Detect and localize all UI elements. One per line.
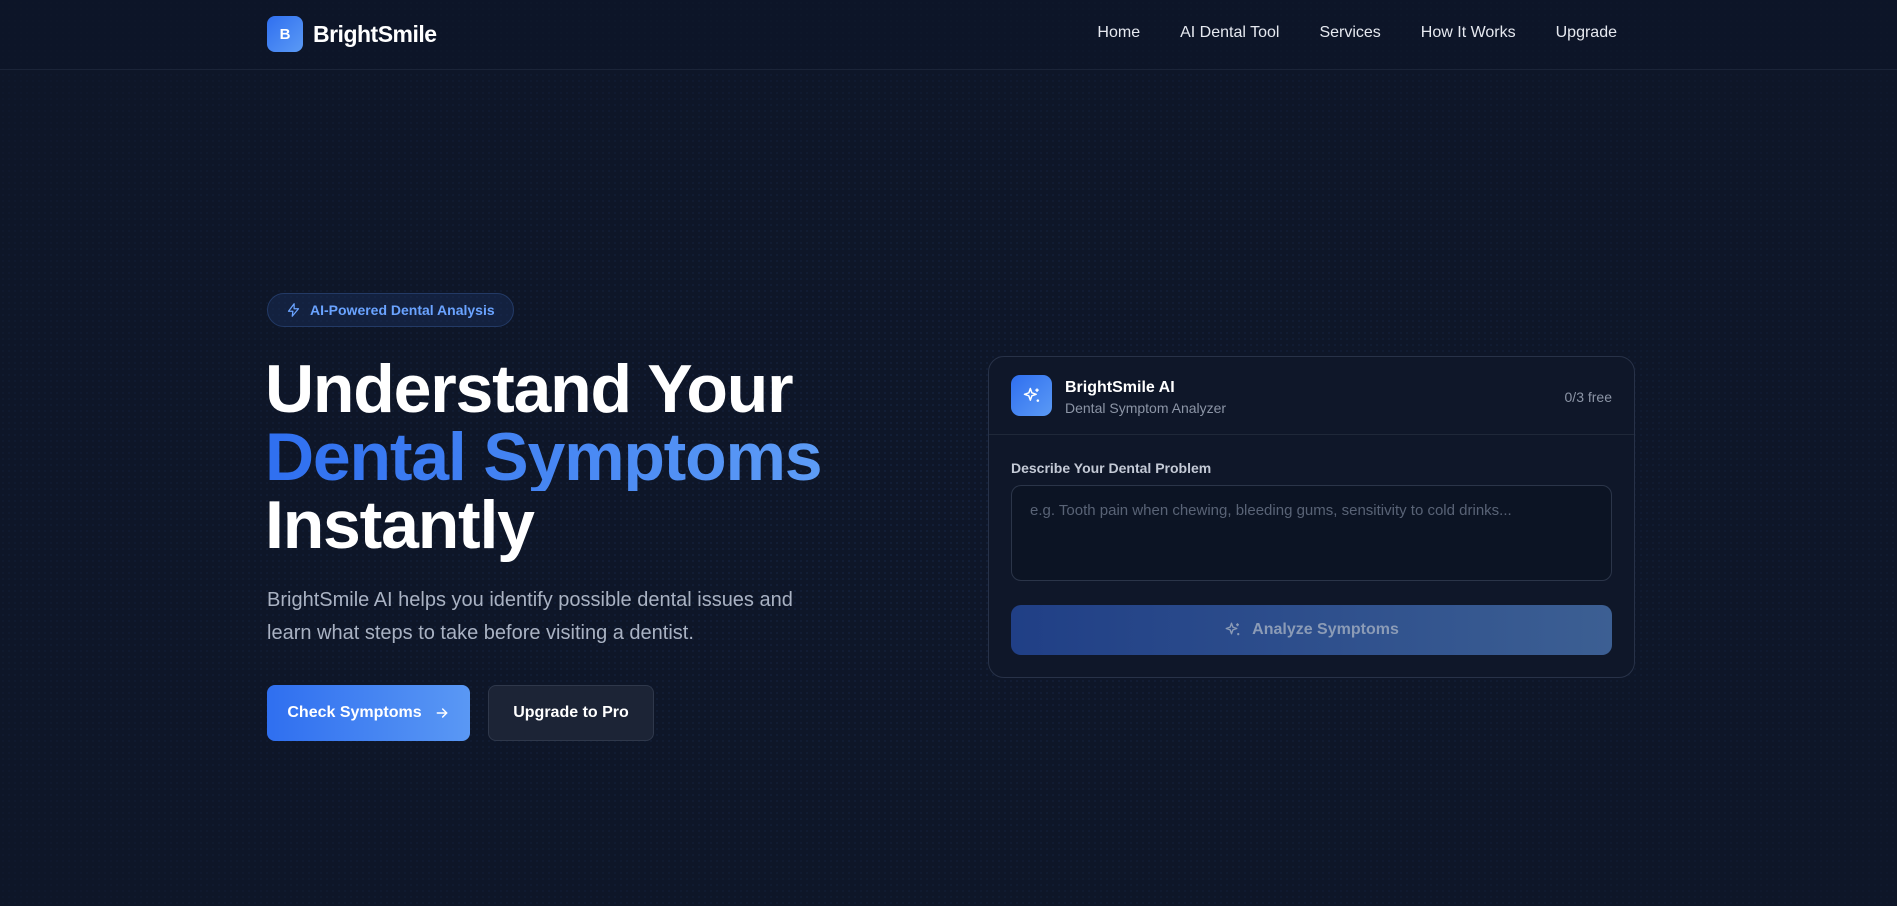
ai-badge: AI-Powered Dental Analysis bbox=[267, 293, 514, 327]
brand-logo[interactable]: B bbox=[267, 16, 303, 52]
analyze-symptoms-label: Analyze Symptoms bbox=[1252, 621, 1399, 638]
analyze-symptoms-button[interactable]: Analyze Symptoms bbox=[1011, 605, 1612, 655]
upgrade-to-pro-label: Upgrade to Pro bbox=[513, 704, 629, 721]
usage-counter: 0/3 free bbox=[1564, 389, 1612, 405]
nav-link-services[interactable]: Services bbox=[1319, 24, 1380, 42]
headline-line-3: Instantly bbox=[265, 487, 535, 563]
sparkles-icon bbox=[1023, 387, 1039, 402]
top-navbar: B BrightSmile Home AI Dental Tool Servic… bbox=[0, 0, 1897, 70]
headline-line-2: Dental Symptoms bbox=[265, 419, 823, 495]
nav-links: Home AI Dental Tool Services How It Work… bbox=[1097, 24, 1617, 42]
arrow-right-icon bbox=[436, 708, 448, 718]
card-title: BrightSmile AI bbox=[1065, 379, 1175, 396]
card-icon-box bbox=[1011, 375, 1052, 416]
brand[interactable]: B BrightSmile bbox=[267, 16, 437, 52]
brand-name[interactable]: BrightSmile bbox=[313, 21, 437, 48]
analyzer-card: BrightSmile AI Dental Symptom Analyzer 0… bbox=[988, 356, 1635, 678]
nav-link-home[interactable]: Home bbox=[1097, 24, 1140, 42]
nav-link-ai-dental-tool[interactable]: AI Dental Tool bbox=[1180, 24, 1279, 42]
sparkles-icon bbox=[1225, 622, 1240, 636]
symptom-description-input[interactable] bbox=[1011, 485, 1612, 581]
nav-link-upgrade[interactable]: Upgrade bbox=[1556, 24, 1617, 42]
symptom-field-label: Describe Your Dental Problem bbox=[1011, 460, 1212, 476]
hero-subtitle: BrightSmile AI helps you identify possib… bbox=[267, 589, 793, 644]
hero-headline: Understand Your Dental Symptoms Instantl… bbox=[265, 351, 823, 563]
lightning-icon bbox=[287, 303, 300, 317]
card-subtitle: Dental Symptom Analyzer bbox=[1065, 400, 1227, 416]
check-symptoms-button[interactable]: Check Symptoms bbox=[267, 685, 470, 741]
badge-label: AI-Powered Dental Analysis bbox=[310, 302, 495, 318]
headline-line-1: Understand Your bbox=[265, 351, 794, 427]
upgrade-to-pro-button[interactable]: Upgrade to Pro bbox=[488, 685, 654, 741]
nav-link-how-it-works[interactable]: How It Works bbox=[1421, 24, 1516, 42]
card-header: BrightSmile AI Dental Symptom Analyzer 0… bbox=[989, 357, 1634, 435]
check-symptoms-label: Check Symptoms bbox=[287, 704, 422, 721]
